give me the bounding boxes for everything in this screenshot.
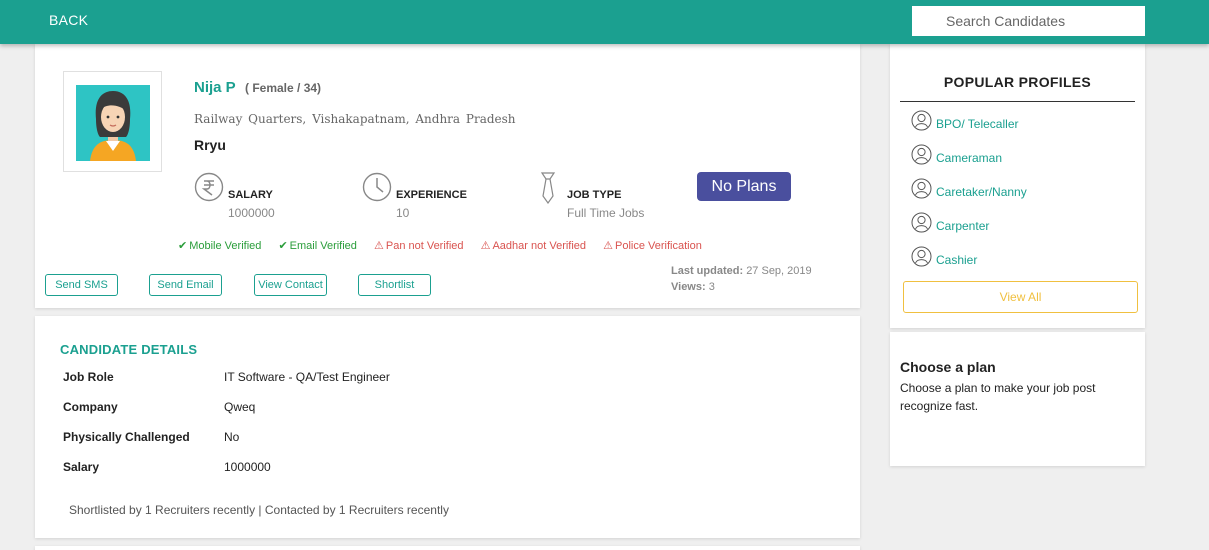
popular-profiles-card: POPULAR PROFILES BPO/ Telecaller Cameram… — [890, 44, 1145, 328]
verification-label: Mobile Verified — [189, 240, 262, 252]
warning-icon: ⚠ — [603, 240, 613, 252]
verification-label: Email Verified — [289, 240, 357, 252]
last-updated-value: 27 Sep, 2019 — [746, 265, 812, 277]
female-avatar-icon — [76, 85, 150, 161]
experience-value: 10 — [396, 206, 410, 220]
detail-value: 1000000 — [224, 460, 271, 474]
check-icon: ✔ — [178, 240, 188, 252]
user-icon — [911, 212, 932, 233]
check-icon: ✔ — [278, 240, 288, 252]
police-verification-badge: ⚠ Police Verification — [603, 239, 702, 252]
detail-value: Qweq — [224, 400, 256, 414]
candidate-details-card: CANDIDATE DETAILS Job Role IT Software -… — [35, 316, 860, 538]
pan-not-verified-badge: ⚠ Pan not Verified — [374, 239, 464, 252]
view-contact-button[interactable]: View Contact — [254, 274, 327, 296]
popular-profiles-title: POPULAR PROFILES — [943, 74, 1092, 90]
views-value: 3 — [708, 281, 715, 293]
candidate-details-title: CANDIDATE DETAILS — [60, 342, 198, 357]
top-bar: BACK — [0, 0, 1209, 44]
detail-label: Physically Challenged — [63, 430, 190, 444]
warning-icon: ⚠ — [480, 240, 491, 252]
email-verified-badge: ✔ Email Verified — [278, 239, 356, 252]
send-email-button[interactable]: Send Email — [149, 274, 222, 296]
profile-meta: Last updated: 27 Sep, 2019 Views: 3 — [671, 263, 812, 295]
detail-label: Salary — [63, 460, 100, 474]
no-plans-button[interactable]: No Plans — [697, 172, 791, 201]
search-candidates-input[interactable] — [912, 6, 1145, 36]
back-button[interactable]: BACK — [49, 12, 88, 28]
rupee-icon — [194, 172, 224, 202]
popular-item-label: Cashier — [936, 253, 978, 267]
last-updated-label: Last updated: — [671, 265, 744, 277]
views-label: Views: — [671, 281, 706, 293]
verification-row: ✔ Mobile Verified ✔ Email Verified ⚠ Pan no… — [178, 239, 716, 252]
popular-item-label: Cameraman — [936, 151, 1003, 165]
choose-plan-title: Choose a plan — [900, 359, 996, 375]
salary-value: 1000000 — [228, 206, 275, 220]
view-all-button[interactable]: View All — [903, 281, 1138, 313]
send-sms-button[interactable]: Send SMS — [45, 274, 118, 296]
views-count: Views: 3 — [671, 279, 812, 295]
last-updated: Last updated: 27 Sep, 2019 — [671, 263, 812, 279]
avatar — [63, 71, 162, 172]
divider — [900, 101, 1135, 102]
user-icon — [911, 110, 932, 131]
aadhar-not-verified-badge: ⚠ Aadhar not Verified — [481, 239, 586, 252]
tie-icon — [540, 172, 556, 204]
candidate-gender-age: ( Female / 34) — [245, 81, 322, 95]
user-icon — [911, 178, 932, 199]
popular-item-label: Caretaker/Nanny — [936, 185, 1027, 199]
clock-icon — [362, 172, 392, 202]
next-section-card — [35, 546, 860, 550]
popular-item-label: BPO/ Telecaller — [936, 117, 1019, 131]
choose-plan-card: Choose a plan Choose a plan to make your… — [890, 332, 1145, 466]
user-icon — [911, 246, 932, 267]
candidate-company: Rryu — [194, 137, 226, 153]
choose-plan-description: Choose a plan to make your job post reco… — [900, 381, 1096, 413]
candidate-name: Nija P — [194, 79, 236, 96]
recruiter-activity-note: Shortlisted by 1 Recruiters recently | C… — [69, 503, 449, 517]
experience-label: EXPERIENCE — [396, 189, 467, 201]
warning-icon: ⚠ — [373, 240, 384, 252]
verification-label: Aadhar not Verified — [492, 240, 587, 252]
detail-label: Job Role — [63, 370, 114, 384]
detail-value: IT Software - QA/Test Engineer — [224, 370, 390, 384]
verification-label: Pan not Verified — [385, 240, 464, 252]
job-type-value: Full Time Jobs — [567, 206, 645, 220]
user-icon — [911, 144, 932, 165]
candidate-address: Railway Quarters, Vishakapatnam, Andhra … — [194, 112, 516, 126]
verification-label: Police Verification — [614, 240, 702, 252]
shortlist-button[interactable]: Shortlist — [358, 274, 431, 296]
detail-label: Company — [63, 400, 118, 414]
detail-value: No — [224, 430, 240, 444]
popular-item-label: Carpenter — [936, 219, 990, 233]
candidate-profile-card: Nija P ( Female / 34) Railway Quarters, … — [35, 44, 860, 308]
job-type-label: JOB TYPE — [567, 189, 622, 201]
salary-label: SALARY — [228, 189, 273, 201]
mobile-verified-badge: ✔ Mobile Verified — [178, 239, 261, 252]
